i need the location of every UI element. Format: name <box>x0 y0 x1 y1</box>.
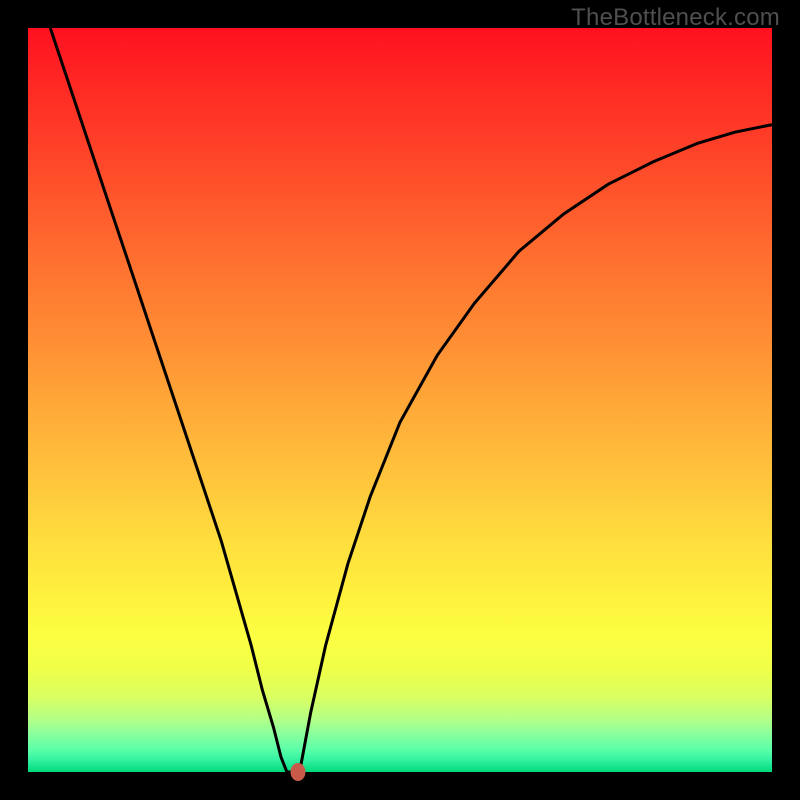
chart-frame: TheBottleneck.com <box>0 0 800 800</box>
optimal-point-marker <box>291 763 306 781</box>
bottleneck-curve <box>28 28 772 772</box>
plot-area <box>28 28 772 772</box>
curve-path <box>50 28 772 772</box>
